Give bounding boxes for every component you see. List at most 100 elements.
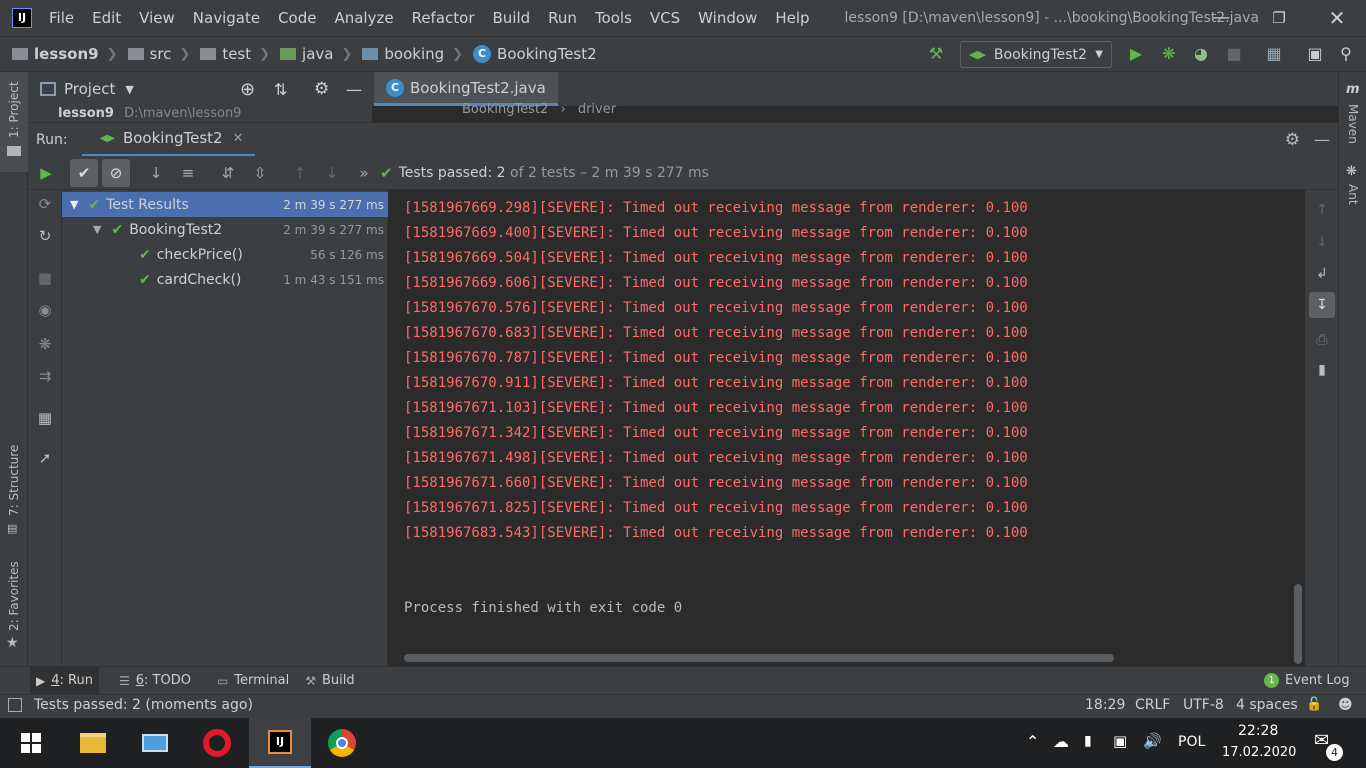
vertical-scrollbar[interactable] xyxy=(1294,584,1302,664)
show-passed-icon[interactable]: ✔ xyxy=(70,158,98,187)
lock-icon[interactable]: 🔓 xyxy=(1306,697,1322,712)
run-icon[interactable]: ▶ xyxy=(1126,44,1146,64)
menu-item-file[interactable]: File xyxy=(40,0,83,36)
project-root-row[interactable]: lesson9 D:\maven\lesson9 xyxy=(28,106,372,122)
close-button[interactable]: ✕ xyxy=(1308,0,1366,36)
menu-item-view[interactable]: View xyxy=(130,0,184,36)
presentation-icon[interactable]: ▣ xyxy=(1305,44,1325,64)
tool-tab-project[interactable]: 1: Project xyxy=(0,72,28,172)
volume-icon[interactable]: 🔊 xyxy=(1143,732,1162,750)
locate-icon[interactable]: ⊕ xyxy=(240,79,255,100)
hide-icon[interactable]: — xyxy=(1314,130,1330,149)
clock-date[interactable]: 17.02.2020 xyxy=(1222,745,1296,760)
menu-item-build[interactable]: Build xyxy=(484,0,540,36)
inspector-icon[interactable]: ☻ xyxy=(1338,697,1353,713)
breadcrumb-src[interactable]: src ❯ xyxy=(127,45,190,63)
menu-item-navigate[interactable]: Navigate xyxy=(184,0,269,36)
chevron-down-icon[interactable]: ▼ xyxy=(125,83,133,96)
chevron-up-icon[interactable]: ⌃ xyxy=(1026,732,1039,751)
tool-tab-run[interactable]: ▶ 4: Run xyxy=(30,666,99,695)
stop-icon[interactable]: ■ xyxy=(35,268,55,288)
menu-item-edit[interactable]: Edit xyxy=(83,0,130,36)
clock-time[interactable]: 22:28 xyxy=(1238,723,1278,739)
up-arrow-icon[interactable]: ↑ xyxy=(1312,200,1332,220)
tool-tab-todo[interactable]: ☰ 6: TODO xyxy=(113,667,197,695)
print-icon[interactable]: ⎙ xyxy=(1312,330,1332,350)
expand-all-icon[interactable]: ⇵ xyxy=(214,159,242,187)
search-icon[interactable]: ⚲ xyxy=(1336,44,1356,64)
export-icon[interactable]: ⇉ xyxy=(35,366,55,386)
tree-row-checkprice[interactable]: ✔ checkPrice() 56 s 126 ms xyxy=(62,242,388,267)
expand-arrow-icon[interactable]: ▼ xyxy=(93,223,101,236)
menu-item-refactor[interactable]: Refactor xyxy=(403,0,484,36)
this-pc-app[interactable] xyxy=(124,718,186,768)
tool-tab-terminal[interactable]: ▭ Terminal xyxy=(211,667,295,695)
console-output[interactable]: [1581967669.298][SEVERE]: Timed out rece… xyxy=(389,190,1305,666)
cloud-icon[interactable]: ☁ xyxy=(1053,732,1069,751)
tool-tab-favorites[interactable]: 2: Favorites ★ xyxy=(0,557,28,657)
rerun-failed-icon[interactable]: ⟳ xyxy=(35,194,55,214)
rerun-icon[interactable]: ▶ xyxy=(32,159,60,187)
tool-tab-maven[interactable]: m Maven xyxy=(1339,82,1366,152)
toggle-auto-test-icon[interactable]: ↻ xyxy=(35,226,55,246)
gear-icon[interactable]: ⚙ xyxy=(1285,130,1300,150)
caret-position[interactable]: 18:29 xyxy=(1085,697,1125,713)
status-message[interactable]: Tests passed: 2 (moments ago) xyxy=(34,697,253,713)
minimize-button[interactable]: — xyxy=(1192,0,1250,36)
tree-row-bookingtest2[interactable]: ▼ ✔ BookingTest2 2 m 39 s 277 ms xyxy=(62,217,388,242)
sort-alpha-icon[interactable]: ↓ xyxy=(142,159,170,187)
gear-icon[interactable]: ⚙ xyxy=(314,79,329,99)
tool-window-toggle-icon[interactable] xyxy=(8,698,22,712)
tool-tab-build[interactable]: ⚒ Build xyxy=(299,667,360,695)
opera-app[interactable] xyxy=(186,718,248,768)
run-configuration-select[interactable]: ◀▶ BookingTest2 ▼ xyxy=(960,41,1112,68)
tool-tab-ant[interactable]: ❋ Ant xyxy=(1339,164,1366,214)
menu-item-analyze[interactable]: Analyze xyxy=(325,0,402,36)
indent-setting[interactable]: 4 spaces xyxy=(1236,697,1298,713)
collapse-all-icon[interactable]: ⇳ xyxy=(246,159,274,187)
tree-row-test-results[interactable]: ▼ ✔ Test Results 2 m 39 s 277 ms xyxy=(62,192,388,217)
soft-wrap-icon[interactable]: ↲ xyxy=(1312,264,1332,284)
collapse-all-icon[interactable]: ⇅ xyxy=(274,80,287,99)
breadcrumb-bookingtest2[interactable]: C BookingTest2 xyxy=(473,45,597,63)
project-structure-icon[interactable]: ▦ xyxy=(1264,44,1284,64)
file-explorer-app[interactable] xyxy=(62,718,124,768)
close-tab-icon[interactable]: ✕ xyxy=(233,131,244,146)
menu-item-run[interactable]: Run xyxy=(539,0,586,36)
menu-item-vcs[interactable]: VCS xyxy=(641,0,689,36)
run-tab-bookingtest2[interactable]: ◀▶ BookingTest2 ✕ xyxy=(81,123,256,157)
menu-item-window[interactable]: Window xyxy=(689,0,766,36)
build-hammer-icon[interactable]: ⚒ xyxy=(926,44,946,64)
tool-tab-structure[interactable]: 7: Structure ▤ xyxy=(0,442,28,542)
sort-duration-icon[interactable]: ≡ xyxy=(174,159,202,187)
previous-failed-icon[interactable]: ↑ xyxy=(286,159,314,187)
more-icon[interactable]: » xyxy=(350,159,378,187)
network-icon[interactable]: ▣ xyxy=(1113,732,1127,750)
maximize-button[interactable]: ❐ xyxy=(1250,0,1308,36)
scroll-to-end-icon[interactable]: ↧ xyxy=(1309,292,1335,318)
event-log-button[interactable]: 1 Event Log xyxy=(1258,667,1356,695)
breadcrumb-booking[interactable]: booking ❯ xyxy=(362,45,463,63)
next-failed-icon[interactable]: ↓ xyxy=(318,159,346,187)
intellij-app[interactable]: IJ xyxy=(249,718,311,768)
coverage-icon[interactable]: ◕ xyxy=(1191,44,1211,64)
show-ignored-icon[interactable]: ⊘ xyxy=(102,158,130,187)
stop-icon[interactable]: ■ xyxy=(1224,44,1244,64)
menu-item-help[interactable]: Help xyxy=(766,0,818,36)
start-button[interactable] xyxy=(0,718,62,768)
breadcrumb-java[interactable]: java ❯ xyxy=(280,45,352,63)
menu-item-tools[interactable]: Tools xyxy=(586,0,641,36)
horizontal-scrollbar[interactable] xyxy=(404,654,1114,662)
camera-icon[interactable]: ◉ xyxy=(35,300,55,320)
battery-icon[interactable]: ▮ xyxy=(1084,733,1092,749)
project-view-select[interactable]: Project xyxy=(64,80,115,98)
expand-arrow-icon[interactable]: ▼ xyxy=(70,198,78,211)
file-encoding[interactable]: UTF-8 xyxy=(1183,697,1224,713)
breadcrumb-test[interactable]: test ❯ xyxy=(200,45,270,63)
breadcrumb-lesson9[interactable]: lesson9 ❯ xyxy=(12,45,118,63)
pin-icon[interactable]: ➚ xyxy=(35,448,55,468)
debug-icon[interactable]: ❋ xyxy=(1159,44,1179,64)
input-language[interactable]: POL xyxy=(1178,734,1205,750)
settings-icon[interactable]: ❋ xyxy=(35,334,55,354)
trash-icon[interactable]: ▮ xyxy=(1312,360,1332,380)
